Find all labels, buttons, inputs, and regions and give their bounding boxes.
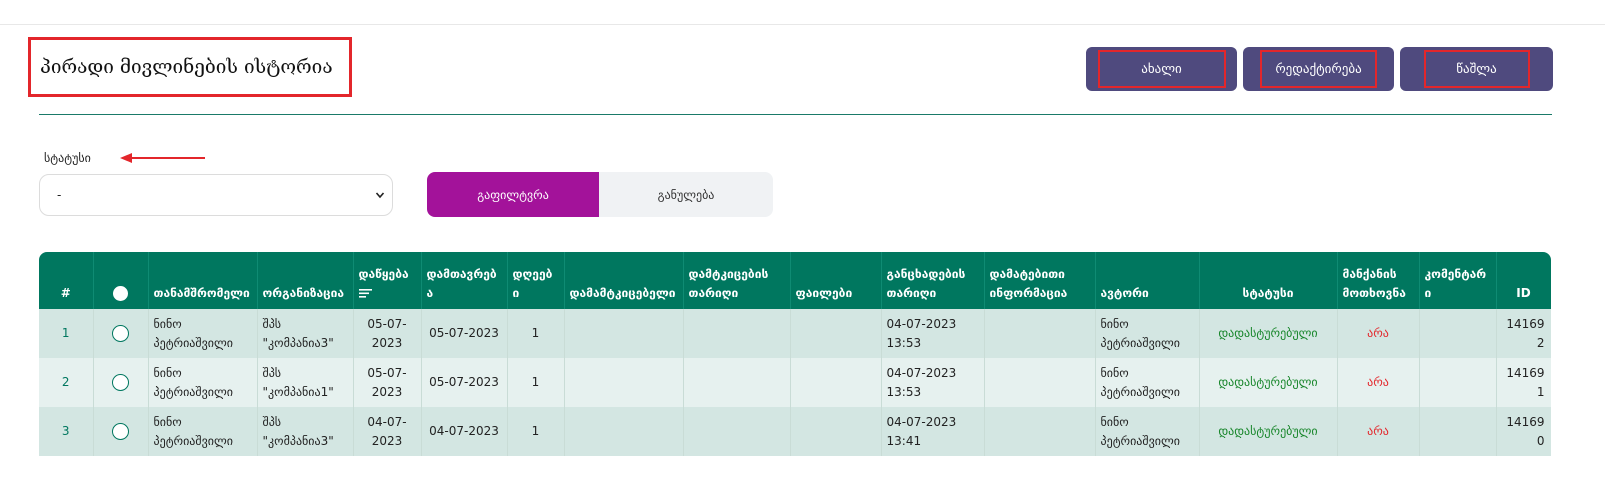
cell-start: 05-07-2023 bbox=[353, 358, 422, 407]
cell-select[interactable] bbox=[93, 358, 149, 407]
cell-organization: შპს "კომპანია3" bbox=[257, 407, 354, 456]
cell-comment bbox=[1419, 309, 1497, 358]
cell-application-date: 04-07-2023 13:53 bbox=[881, 358, 985, 407]
cell-approver bbox=[564, 309, 684, 358]
cell-employee: ნინო პეტრიაშვილი bbox=[148, 358, 258, 407]
new-button-label: ახალი bbox=[1097, 50, 1226, 88]
cell-select[interactable] bbox=[93, 407, 149, 456]
cell-start: 04-07-2023 bbox=[353, 407, 422, 456]
col-approval-date: დამტკიცების თარიღი bbox=[683, 252, 791, 309]
table-row[interactable]: 2 ნინო პეტრიაშვილი შპს "კომპანია1" 05-07… bbox=[39, 358, 1551, 407]
col-organization: ორგანიზაცია bbox=[257, 252, 354, 309]
cell-select[interactable] bbox=[93, 309, 149, 358]
cell-status: დადასტურებული bbox=[1199, 309, 1338, 358]
history-table: # თანამშრომელი ორგანიზაცია დაწყება დამთა… bbox=[39, 252, 1551, 482]
col-end: დამთავრება bbox=[421, 252, 508, 309]
col-additional-info: დამატებითი ინფორმაცია bbox=[984, 252, 1096, 309]
cell-files bbox=[790, 309, 882, 358]
row-radio[interactable] bbox=[112, 325, 129, 342]
table-row[interactable]: 3 ნინო პეტრიაშვილი შპს "კომპანია3" 04-07… bbox=[39, 407, 1551, 456]
cell-num: 3 bbox=[39, 407, 94, 456]
top-border bbox=[0, 24, 1605, 25]
chevron-down-icon bbox=[375, 192, 385, 199]
cell-employee: ნინო პეტრიაშვილი bbox=[148, 407, 258, 456]
col-comment: კომენტარი bbox=[1419, 252, 1497, 309]
cell-comment bbox=[1419, 358, 1497, 407]
cell-id: 141690 bbox=[1496, 407, 1551, 456]
delete-button-label: წაშლა bbox=[1423, 50, 1530, 88]
table-header-row: # თანამშრომელი ორგანიზაცია დაწყება დამთა… bbox=[39, 252, 1551, 309]
cell-approval-date bbox=[683, 358, 791, 407]
page-title: პირადი მივლინების ისტორია bbox=[28, 37, 352, 97]
cell-files bbox=[790, 407, 882, 456]
cell-author: ნინო პეტრიაშვილი bbox=[1095, 309, 1200, 358]
row-radio[interactable] bbox=[112, 423, 129, 440]
col-start-label: დაწყება bbox=[358, 267, 409, 281]
delete-button[interactable]: წაშლა bbox=[1400, 47, 1553, 91]
arrow-left-icon bbox=[120, 153, 205, 163]
cell-num: 1 bbox=[39, 309, 94, 358]
cell-status: დადასტურებული bbox=[1199, 358, 1338, 407]
col-employee: თანამშრომელი bbox=[148, 252, 258, 309]
cell-days: 1 bbox=[507, 407, 565, 456]
cell-files bbox=[790, 358, 882, 407]
cell-additional-info bbox=[984, 407, 1096, 456]
col-start[interactable]: დაწყება bbox=[353, 252, 422, 309]
clear-button[interactable]: განულება bbox=[599, 172, 773, 217]
cell-author: ნინო პეტრიაშვილი bbox=[1095, 358, 1200, 407]
cell-employee: ნინო პეტრიაშვილი bbox=[148, 309, 258, 358]
cell-id: 141692 bbox=[1496, 309, 1551, 358]
col-car-request: მანქანის მოთხოვნა bbox=[1337, 252, 1420, 309]
row-radio[interactable] bbox=[112, 374, 129, 391]
cell-approval-date bbox=[683, 407, 791, 456]
cell-id: 141691 bbox=[1496, 358, 1551, 407]
cell-car-request: არა bbox=[1337, 407, 1420, 456]
cell-days: 1 bbox=[507, 358, 565, 407]
edit-button[interactable]: რედაქტირება bbox=[1243, 47, 1394, 91]
cell-num: 2 bbox=[39, 358, 94, 407]
cell-approver bbox=[564, 407, 684, 456]
cell-car-request: არა bbox=[1337, 358, 1420, 407]
table-row[interactable]: 1 ნინო პეტრიაშვილი შპს "კომპანია3" 05-07… bbox=[39, 309, 1551, 358]
cell-organization: შპს "კომპანია1" bbox=[257, 358, 354, 407]
cell-additional-info bbox=[984, 358, 1096, 407]
status-select-value: - bbox=[57, 188, 62, 202]
filter-button[interactable]: გაფილტვრა bbox=[427, 172, 599, 217]
cell-approval-date bbox=[683, 309, 791, 358]
cell-end: 04-07-2023 bbox=[421, 407, 508, 456]
cell-additional-info bbox=[984, 309, 1096, 358]
cell-author: ნინო პეტრიაშვილი bbox=[1095, 407, 1200, 456]
cell-start: 05-07-2023 bbox=[353, 309, 422, 358]
col-num: # bbox=[39, 252, 94, 309]
col-author: ავტორი bbox=[1095, 252, 1200, 309]
circle-dot-icon[interactable] bbox=[113, 286, 128, 301]
cell-status: დადასტურებული bbox=[1199, 407, 1338, 456]
cell-end: 05-07-2023 bbox=[421, 309, 508, 358]
cell-application-date: 04-07-2023 13:53 bbox=[881, 309, 985, 358]
col-status: სტატუსი bbox=[1199, 252, 1338, 309]
status-select[interactable]: - bbox=[39, 174, 393, 216]
cell-application-date: 04-07-2023 13:41 bbox=[881, 407, 985, 456]
cell-car-request: არა bbox=[1337, 309, 1420, 358]
col-select-all[interactable] bbox=[93, 252, 149, 309]
cell-end: 05-07-2023 bbox=[421, 358, 508, 407]
sort-descending-icon[interactable] bbox=[358, 288, 373, 300]
col-application-date: განცხადების თარიღი bbox=[881, 252, 985, 309]
status-filter-label: სტატუსი bbox=[44, 151, 91, 165]
header-divider bbox=[39, 114, 1552, 115]
col-days: დღეები bbox=[507, 252, 565, 309]
col-id: ID bbox=[1496, 252, 1551, 309]
cell-comment bbox=[1419, 407, 1497, 456]
edit-button-label: რედაქტირება bbox=[1260, 50, 1377, 88]
cell-days: 1 bbox=[507, 309, 565, 358]
cell-organization: შპს "კომპანია3" bbox=[257, 309, 354, 358]
new-button[interactable]: ახალი bbox=[1086, 47, 1237, 91]
col-files: ფაილები bbox=[790, 252, 882, 309]
col-approver: დამამტკიცებელი bbox=[564, 252, 684, 309]
cell-approver bbox=[564, 358, 684, 407]
